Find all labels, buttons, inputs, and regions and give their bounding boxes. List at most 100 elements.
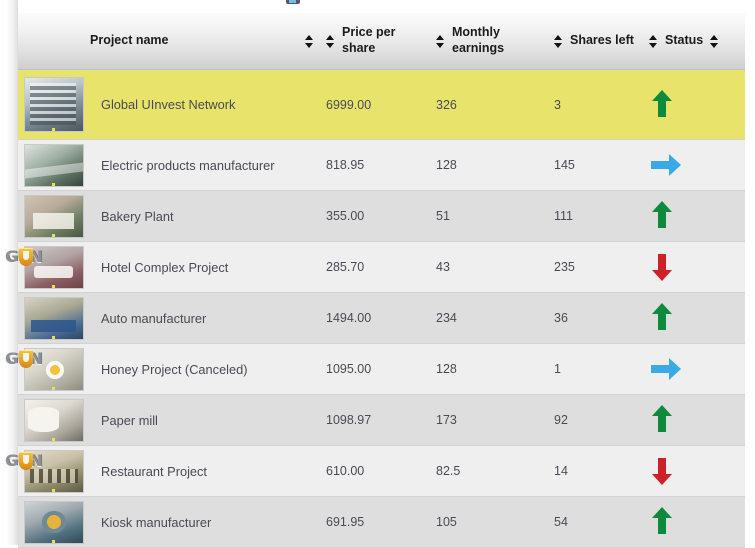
cell-shares-left: 36	[548, 292, 643, 344]
cell-monthly-earnings: 51	[430, 190, 548, 242]
paper-roll-thumbnail	[24, 398, 84, 442]
cell-project-name: Kiosk manufacturer	[18, 496, 320, 548]
cell-price-per-share: 355.00	[320, 190, 430, 242]
restaurant-interior-thumbnail	[24, 449, 84, 493]
table-row[interactable]: GUN Hotel Complex Project 285.70 43 235	[5, 241, 745, 293]
table-row[interactable]: Kiosk manufacturer 691.95 105 54	[18, 496, 745, 548]
table-row[interactable]: GUN Honey Project (Canceled) 1095.00 128…	[5, 343, 745, 395]
table-row[interactable]: GUN Restaurant Project 610.00 82.5 14	[5, 445, 745, 497]
cell-monthly-earnings: 43	[430, 241, 548, 293]
table-row[interactable]: Electric products manufacturer 818.95 12…	[18, 139, 745, 191]
sort-updown-icon[interactable]	[326, 34, 335, 48]
daisy-flower-thumbnail	[24, 347, 84, 391]
cell-price-per-share: 6999.00	[320, 69, 430, 140]
cell-price-per-share: 818.95	[320, 139, 430, 191]
column-header-label: Shares left	[570, 33, 634, 48]
project-name-label: Hotel Complex Project	[101, 259, 229, 275]
status-arrow-up-icon	[651, 405, 673, 435]
project-name-label: Electric products manufacturer	[101, 157, 275, 173]
cell-price-per-share: 285.70	[320, 241, 430, 293]
cell-monthly-earnings: 128	[430, 139, 548, 191]
cell-monthly-earnings: 128	[430, 343, 548, 395]
status-arrow-right-icon	[651, 358, 681, 380]
project-name-label: Honey Project (Canceled)	[101, 361, 248, 377]
cell-monthly-earnings: 82.5	[430, 445, 548, 497]
project-name-label: Restaurant Project	[101, 463, 207, 479]
table-row[interactable]: Global UInvest Network 6999.00 326 3	[18, 69, 745, 140]
cell-project-name: Paper mill	[18, 394, 320, 446]
projects-table: Project name Price per share Monthly ear…	[5, 13, 745, 548]
cell-price-per-share: 610.00	[320, 445, 430, 497]
status-arrow-up-icon	[651, 303, 673, 333]
project-name-label: Bakery Plant	[101, 208, 174, 224]
sort-updown-icon[interactable]	[305, 34, 314, 48]
auto-factory-thumbnail	[24, 296, 84, 340]
cell-shares-left: 92	[548, 394, 643, 446]
cell-shares-left: 145	[548, 139, 643, 191]
electronics-factory-thumbnail	[24, 143, 84, 187]
cell-price-per-share: 1095.00	[320, 343, 430, 395]
sort-updown-icon[interactable]	[436, 34, 445, 48]
cell-status	[643, 496, 745, 548]
cell-shares-left: 235	[548, 241, 643, 293]
table-body: Global UInvest Network 6999.00 326 3 Ele…	[5, 69, 745, 548]
projects-table-container: Project name Price per share Monthly ear…	[5, 13, 745, 548]
column-header-project-name[interactable]: Project name	[18, 13, 320, 70]
column-header-label: Monthly earnings	[452, 25, 505, 55]
cell-project-name: Auto manufacturer	[18, 292, 320, 344]
column-header-price-per-share[interactable]: Price per share	[320, 13, 430, 70]
column-header-label: Price per share	[342, 25, 396, 55]
status-arrow-right-icon	[651, 154, 681, 176]
cell-project-name: Global UInvest Network	[18, 69, 320, 140]
hotel-room-thumbnail	[24, 245, 84, 289]
status-arrow-down-icon	[651, 252, 673, 282]
cell-status	[643, 394, 745, 446]
cell-status	[643, 343, 745, 395]
office-building-thumbnail	[24, 77, 84, 132]
status-arrow-up-icon	[651, 89, 673, 120]
cell-price-per-share: 691.95	[320, 496, 430, 548]
cell-project-name: Electric products manufacturer	[18, 139, 320, 191]
cell-price-per-share: 1494.00	[320, 292, 430, 344]
column-header-label: Project name	[90, 33, 169, 48]
clipped-top-element	[286, 0, 300, 4]
column-header-label: Status	[665, 33, 704, 48]
cell-monthly-earnings: 234	[430, 292, 548, 344]
sort-updown-icon[interactable]	[649, 34, 658, 48]
status-arrow-up-icon	[651, 201, 673, 231]
cell-shares-left: 14	[548, 445, 643, 497]
cell-status	[643, 139, 745, 191]
cell-status	[643, 190, 745, 242]
cell-status	[643, 69, 745, 140]
kiosk-factory-thumbnail	[24, 500, 84, 544]
cell-shares-left: 54	[548, 496, 643, 548]
cell-project-name: Bakery Plant	[18, 190, 320, 242]
cell-monthly-earnings: 173	[430, 394, 548, 446]
cell-shares-left: 1	[548, 343, 643, 395]
cell-shares-left: 111	[548, 190, 643, 242]
sort-updown-icon[interactable]	[554, 34, 563, 48]
bakery-plant-thumbnail	[24, 194, 84, 238]
cell-monthly-earnings: 326	[430, 69, 548, 140]
table-row[interactable]: Paper mill 1098.97 173 92	[18, 394, 745, 446]
cell-status	[643, 241, 745, 293]
status-arrow-down-icon	[651, 456, 673, 486]
table-header: Project name Price per share Monthly ear…	[18, 13, 745, 70]
table-row[interactable]: Bakery Plant 355.00 51 111	[18, 190, 745, 242]
project-name-label: Paper mill	[101, 412, 158, 428]
cell-project-name: GUN Honey Project (Canceled)	[5, 343, 320, 395]
page-left-gutter	[0, 0, 18, 545]
cell-status	[643, 445, 745, 497]
project-name-label: Global UInvest Network	[101, 97, 236, 112]
column-header-monthly-earnings[interactable]: Monthly earnings	[430, 13, 548, 70]
table-header-row: Project name Price per share Monthly ear…	[18, 13, 745, 70]
sort-updown-icon[interactable]	[710, 34, 719, 48]
cell-status	[643, 292, 745, 344]
column-header-shares-left[interactable]: Shares left	[548, 13, 643, 70]
status-arrow-up-icon	[651, 507, 673, 537]
cell-monthly-earnings: 105	[430, 496, 548, 548]
cell-price-per-share: 1098.97	[320, 394, 430, 446]
table-row[interactable]: Auto manufacturer 1494.00 234 36	[18, 292, 745, 344]
column-header-status[interactable]: Status	[643, 13, 745, 70]
cell-project-name: GUN Hotel Complex Project	[5, 241, 320, 293]
